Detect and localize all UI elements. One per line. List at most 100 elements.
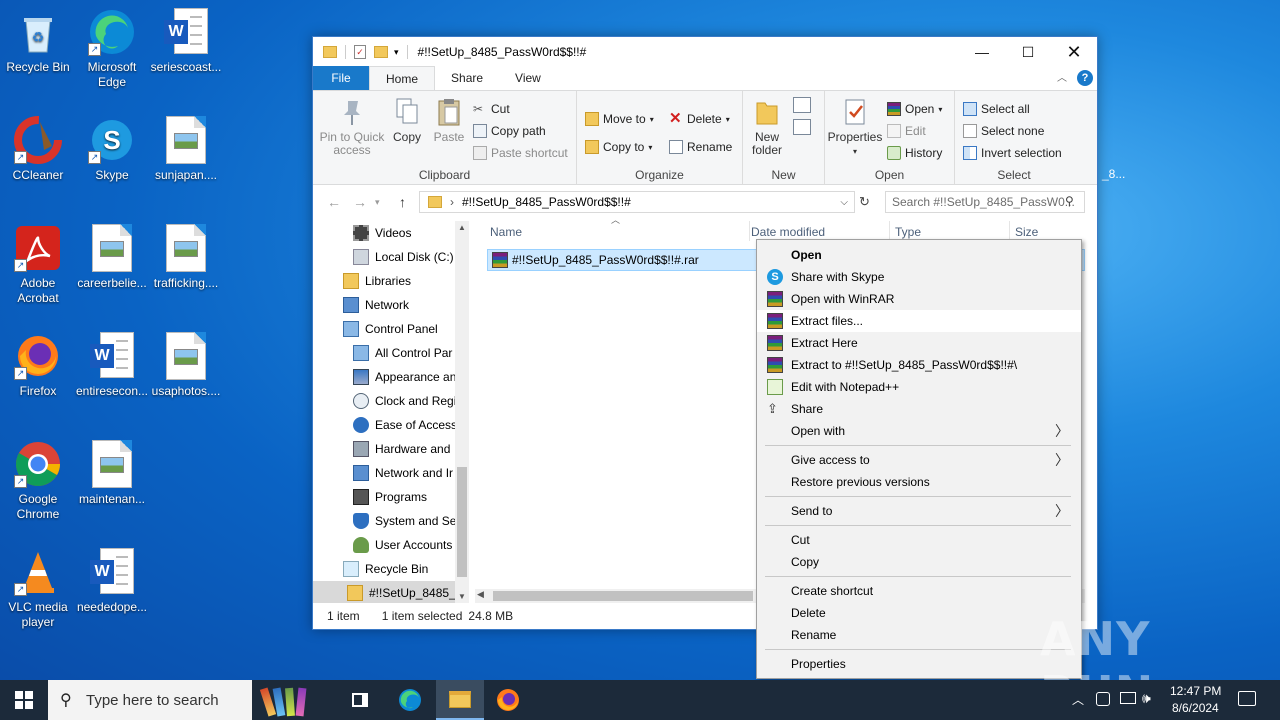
menu-item-send-to[interactable]: Send to 〉 xyxy=(757,500,1081,522)
menu-item-rename[interactable]: Rename xyxy=(757,624,1081,646)
nav-item-ease-of-access[interactable]: Ease of Access xyxy=(353,413,457,437)
nav-item-appearance[interactable]: Appearance an xyxy=(353,365,456,389)
scroll-down-icon[interactable]: ▼ xyxy=(455,592,469,601)
column-header-date[interactable]: Date modified xyxy=(751,225,825,239)
forward-arrow-icon[interactable]: → xyxy=(353,194,367,210)
nav-item-network-internet[interactable]: Network and Ir xyxy=(353,461,453,485)
clock-date[interactable]: 8/6/2024 xyxy=(1172,701,1219,715)
tab-share[interactable]: Share xyxy=(435,66,499,90)
pin-quick-access-button[interactable]: Pin to Quick access xyxy=(319,97,385,157)
properties-button[interactable]: Properties ▾ xyxy=(827,97,883,158)
copy-to-button[interactable]: Copy to ▾ xyxy=(585,137,652,157)
desktop-icon-doc1[interactable]: W seriescoast... xyxy=(148,8,224,75)
scroll-left-icon[interactable]: ◀ xyxy=(477,589,484,600)
menu-item-cut[interactable]: Cut xyxy=(757,529,1081,551)
up-arrow-icon[interactable]: ↑ xyxy=(399,194,406,210)
desktop-icon-firefox[interactable]: ↗ Firefox xyxy=(0,332,76,399)
desktop-icon-edge[interactable]: ↗ Microsoft Edge xyxy=(74,8,150,90)
maximize-button[interactable]: ☐ xyxy=(1005,37,1051,67)
copy-big-button[interactable]: Copy xyxy=(391,97,423,144)
menu-item-open[interactable]: Open xyxy=(757,244,1081,266)
nav-item-system-security[interactable]: System and Se xyxy=(353,509,456,533)
address-dropdown-icon[interactable]: ⌵ xyxy=(840,197,848,208)
navigation-scrollbar[interactable]: ▲ ▼ xyxy=(455,221,469,603)
recent-locations-icon[interactable]: ▾ xyxy=(375,197,380,208)
hscroll-thumb[interactable] xyxy=(493,591,753,601)
clock-time[interactable]: 12:47 PM xyxy=(1170,684,1221,698)
customize-toolbar-icon[interactable]: ▾ xyxy=(394,47,399,58)
nav-item-videos[interactable]: Videos xyxy=(353,221,411,245)
menu-item-extract-here[interactable]: Extract Here xyxy=(757,332,1081,354)
menu-item-delete[interactable]: Delete xyxy=(757,602,1081,624)
taskbar-edge[interactable] xyxy=(386,680,434,720)
menu-item-restore[interactable]: Restore previous versions xyxy=(757,471,1081,493)
taskbar-firefox[interactable] xyxy=(484,680,532,720)
menu-item-open-winrar[interactable]: Open with WinRAR xyxy=(757,288,1081,310)
nav-item-user-accounts[interactable]: User Accounts xyxy=(353,533,452,557)
nav-item-clock[interactable]: Clock and Regi xyxy=(353,389,456,413)
address-bar[interactable]: › #!!SetUp_8485_PassW0rd$$!!# ⌵ xyxy=(419,191,855,213)
nav-item-all-control-panel[interactable]: All Control Par xyxy=(353,341,452,365)
move-to-button[interactable]: Move to ▾ xyxy=(585,109,654,129)
desktop-icon-chrome[interactable]: ↗ Google Chrome xyxy=(0,440,76,522)
menu-item-properties[interactable]: Properties xyxy=(757,653,1081,675)
desktop-icon-skype[interactable]: S ↗ Skype xyxy=(74,116,150,183)
menu-item-extract-files[interactable]: Extract files... xyxy=(757,310,1081,332)
tab-home[interactable]: Home xyxy=(369,66,436,90)
rename-button[interactable]: Rename xyxy=(669,137,732,157)
menu-item-copy[interactable]: Copy xyxy=(757,551,1081,573)
delete-button[interactable]: ✕ Delete ▾ xyxy=(669,109,730,129)
desktop-icon-image1[interactable]: sunjapan.... xyxy=(148,116,224,183)
task-view-button[interactable] xyxy=(336,680,384,720)
help-icon[interactable]: ? xyxy=(1077,70,1093,86)
taskbar-search[interactable]: ⚲ Type here to search xyxy=(48,680,252,720)
ethernet-icon[interactable] xyxy=(1120,692,1136,704)
notification-icon[interactable] xyxy=(1238,691,1256,706)
nav-item-control-panel[interactable]: Control Panel xyxy=(343,317,438,341)
open-button[interactable]: Open ▾ xyxy=(887,99,942,119)
menu-item-share-skype[interactable]: S Share with Skype xyxy=(757,266,1081,288)
desktop-icon-image4[interactable]: usaphotos.... xyxy=(148,332,224,399)
copy-path-button[interactable]: Copy path xyxy=(473,121,546,141)
nav-item-libraries[interactable]: Libraries xyxy=(343,269,411,293)
search-input[interactable]: Search #!!SetUp_8485_PassW0... xyxy=(885,191,1085,213)
paste-button[interactable]: Paste xyxy=(431,97,467,144)
select-none-button[interactable]: Select none xyxy=(963,121,1044,141)
nav-item-programs[interactable]: Programs xyxy=(353,485,427,509)
column-header-name[interactable]: Name xyxy=(490,225,522,239)
back-arrow-icon[interactable]: ← xyxy=(327,194,341,210)
nav-item-network[interactable]: Network xyxy=(343,293,409,317)
menu-item-extract-to[interactable]: Extract to #!!SetUp_8485_PassW0rd$$!!#\ xyxy=(757,354,1081,376)
edit-button[interactable]: Edit xyxy=(887,121,926,141)
new-folder-button[interactable]: New folder xyxy=(747,97,787,157)
nav-item-recycle-bin[interactable]: Recycle Bin xyxy=(343,557,428,581)
close-button[interactable]: ✕ xyxy=(1051,37,1097,67)
desktop-icon-vlc[interactable]: ↗ VLC media player xyxy=(0,548,76,630)
search-highlight-icon[interactable] xyxy=(259,684,328,717)
taskbar-file-explorer[interactable] xyxy=(436,680,484,720)
nav-item-hardware[interactable]: Hardware and xyxy=(353,437,450,461)
desktop-icon-image2[interactable]: careerbelie... xyxy=(74,224,150,291)
nav-item-local-disk[interactable]: Local Disk (C:) xyxy=(353,245,454,269)
scroll-up-icon[interactable]: ▲ xyxy=(455,223,469,232)
desktop-icon-image5[interactable]: maintenan... xyxy=(74,440,150,507)
desktop-icon-image3[interactable]: trafficking.... xyxy=(148,224,224,291)
menu-item-edit-notepadpp[interactable]: Edit with Notepad++ xyxy=(757,376,1081,398)
column-header-size[interactable]: Size xyxy=(1015,225,1038,239)
volume-icon[interactable]: 🕪 xyxy=(1142,690,1151,707)
tab-file[interactable]: File xyxy=(313,66,369,90)
new-item-icon[interactable] xyxy=(793,97,811,113)
network-status-icon[interactable] xyxy=(1096,692,1110,706)
desktop-icon-doc2[interactable]: W entiresecon... xyxy=(74,332,150,399)
column-header-type[interactable]: Type xyxy=(895,225,921,239)
show-hidden-icons-icon[interactable]: ︿ xyxy=(1072,691,1084,708)
invert-selection-button[interactable]: Invert selection xyxy=(963,143,1062,163)
easy-access-icon[interactable] xyxy=(793,119,811,135)
desktop-icon-ccleaner[interactable]: ↗ CCleaner xyxy=(0,116,76,183)
properties-quick-icon[interactable]: ✓ xyxy=(354,45,366,59)
menu-item-give-access[interactable]: Give access to 〉 xyxy=(757,449,1081,471)
history-button[interactable]: History xyxy=(887,143,942,163)
collapse-ribbon-icon[interactable]: ︿ xyxy=(1057,69,1067,84)
nav-item-current-folder[interactable]: #!!SetUp_8485_P xyxy=(313,581,469,603)
menu-item-share[interactable]: ⇪ Share xyxy=(757,398,1081,420)
